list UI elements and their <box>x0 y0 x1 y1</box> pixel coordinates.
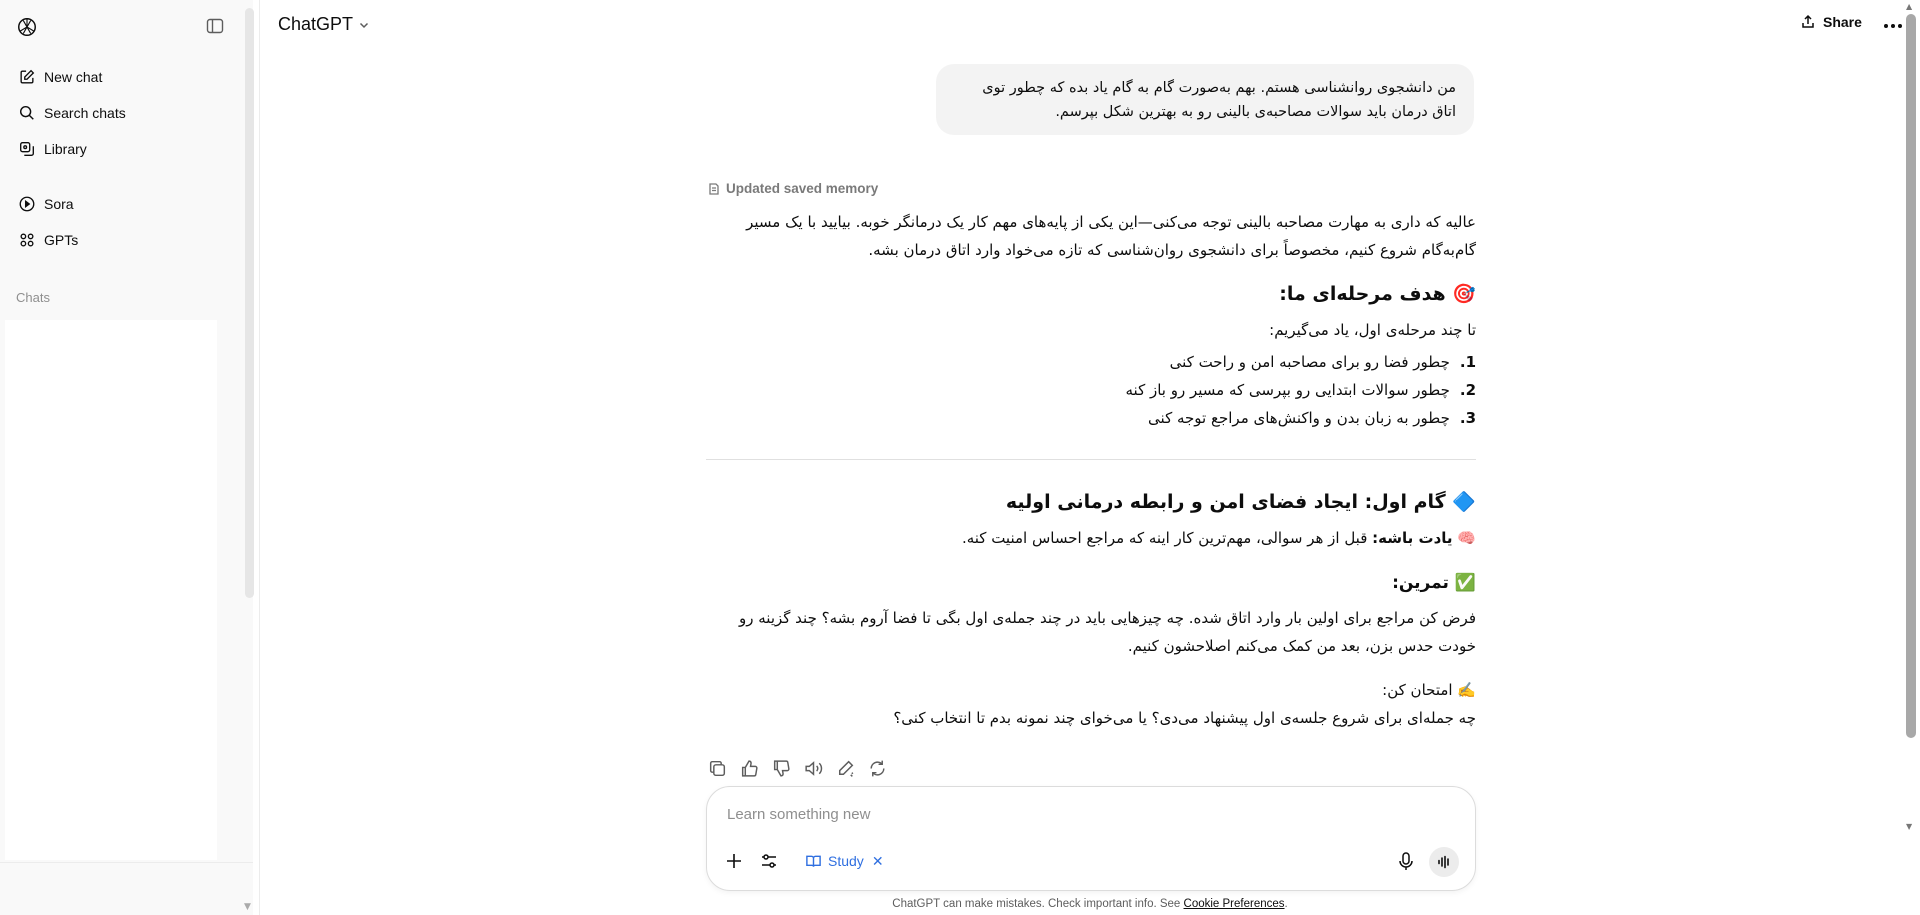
main-scrollbar[interactable] <box>1906 14 1916 738</box>
list-item: 1. چطور فضا رو برای مصاحبه امن و راحت کنی <box>706 348 1476 376</box>
add-attachment-icon[interactable] <box>723 850 745 872</box>
thumbs-up-icon[interactable] <box>739 758 760 779</box>
sidebar-item-label: Library <box>44 141 87 157</box>
study-label: Study <box>828 853 864 869</box>
remember-note: 🧠 یادت باشه: قبل از هر سوالی، مهم‌ترین ک… <box>706 524 1476 552</box>
edit-pencil-icon[interactable] <box>835 758 856 779</box>
book-icon <box>806 855 821 867</box>
try-label: ✍️ امتحان کن: <box>1382 681 1476 699</box>
sidebar-item-label: Search chats <box>44 105 126 121</box>
grid-icon <box>20 233 34 247</box>
read-aloud-icon[interactable] <box>803 758 824 779</box>
list-item: 2. چطور سوالات ابتدایی رو بپرسی که مسیر ر… <box>706 376 1477 404</box>
list-text: چطور به زبان بدن و واکنش‌های مراجع توجه … <box>1148 409 1450 427</box>
sidebar-item-sora[interactable]: Sora <box>8 186 233 222</box>
sidebar-item-library[interactable]: Library <box>8 131 233 167</box>
chat-history-list <box>5 320 217 860</box>
share-button[interactable]: Share <box>1800 14 1862 30</box>
play-circle-icon <box>19 196 35 212</box>
sidebar-divider <box>0 862 253 863</box>
model-name: ChatGPT <box>278 14 354 34</box>
sidebar-item-new-chat[interactable]: New chat <box>8 59 233 95</box>
microphone-icon[interactable] <box>1395 850 1417 872</box>
memory-note-text: Updated saved memory <box>726 181 879 196</box>
copy-icon[interactable] <box>707 758 728 779</box>
section-divider <box>706 459 1476 460</box>
sidebar-scrollbar[interactable] <box>245 8 254 598</box>
footer-end: . <box>1284 898 1288 910</box>
chats-section-label: Chats <box>16 290 50 305</box>
prompt-input[interactable] <box>727 802 1427 826</box>
share-label: Share <box>1823 14 1862 30</box>
library-icon <box>20 142 34 156</box>
try-question: چه جمله‌ای برای شروع جلسه‌ی اول پیشنهاد … <box>893 709 1476 727</box>
goals-list: 1. چطور فضا رو برای مصاحبه امن و راحت کنی… <box>706 348 1477 432</box>
edit-icon <box>20 69 35 84</box>
list-number: 2. <box>1459 381 1476 399</box>
sidebar-border <box>259 0 260 915</box>
sidebar-item-gpts[interactable]: GPTs <box>8 222 233 258</box>
user-message: من دانشجوی روانشناسی هستم. بهم به‌صورت گ… <box>936 64 1474 135</box>
disclaimer-footer: ChatGPT can make mistakes. Check importa… <box>0 898 1920 910</box>
brain-emoji: 🧠 <box>1457 529 1476 547</box>
list-number: 1. <box>1459 353 1476 371</box>
sidebar-secondary-nav: Sora GPTs <box>8 186 233 258</box>
chevron-down-icon <box>360 22 369 28</box>
more-options-icon[interactable] <box>1880 16 1906 36</box>
model-picker[interactable]: ChatGPT <box>278 14 370 35</box>
list-text: چطور سوالات ابتدایی رو بپرسی که مسیر رو … <box>1125 381 1450 399</box>
sidebar: New chat Search chats Library Sora GPTs … <box>0 0 254 915</box>
tools-icon[interactable] <box>758 850 780 872</box>
sidebar-item-label: GPTs <box>44 232 79 248</box>
sidebar-item-search-chats[interactable]: Search chats <box>8 95 233 131</box>
waveform-icon <box>1438 855 1449 869</box>
message-actions <box>707 758 888 779</box>
memory-update-note[interactable]: Updated saved memory <box>707 181 878 196</box>
thumbs-down-icon[interactable] <box>771 758 792 779</box>
voice-mode-button[interactable] <box>1429 847 1459 877</box>
scroll-down-arrow-icon[interactable]: ▼ <box>1906 822 1912 831</box>
cookie-preferences-link[interactable]: Cookie Preferences <box>1184 898 1285 910</box>
exercise-text: فرض کن مراجع برای اولین بار وارد اتاق شد… <box>739 609 1476 655</box>
search-icon <box>19 105 34 120</box>
memory-icon <box>709 182 719 195</box>
scroll-up-arrow-icon[interactable]: ▲ <box>1906 2 1912 11</box>
list-item: 3. چطور به زبان بدن و واکنش‌های مراجع توج… <box>706 404 1476 432</box>
exercise-heading: ✅ تمرین: <box>1392 573 1476 593</box>
footer-text: ChatGPT can make mistakes. Check importa… <box>892 898 1184 910</box>
list-number: 3. <box>1459 409 1476 427</box>
remember-label: یادت باشه: <box>1372 529 1453 547</box>
sidebar-toggle-icon[interactable] <box>205 16 225 36</box>
goal-intro: تا چند مرحله‌ی اول، یاد می‌گیریم: <box>1269 321 1476 339</box>
sidebar-item-label: New chat <box>44 69 103 85</box>
openai-logo-icon[interactable] <box>16 16 38 38</box>
sidebar-item-label: Sora <box>44 196 74 212</box>
composer: Study ✕ <box>706 786 1476 891</box>
regenerate-icon[interactable] <box>867 758 888 779</box>
goal-heading: 🎯 هدف مرحله‌ای ما: <box>1279 283 1476 305</box>
list-text: چطور فضا رو برای مصاحبه امن و راحت کنی <box>1169 353 1450 371</box>
remove-study-icon[interactable]: ✕ <box>872 853 884 870</box>
assistant-intro: عالیه که داری به مهارت مصاحبه بالینی توج… <box>746 213 1476 259</box>
remember-text: قبل از هر سوالی، مهم‌ترین کار اینه که مر… <box>961 529 1373 547</box>
step1-heading: 🔷 گام اول: ایجاد فضای امن و رابطه درمانی… <box>1005 491 1476 513</box>
sidebar-primary-nav: New chat Search chats Library <box>8 59 233 167</box>
study-mode-chip[interactable]: Study ✕ <box>805 848 884 874</box>
share-icon <box>1802 14 1814 28</box>
